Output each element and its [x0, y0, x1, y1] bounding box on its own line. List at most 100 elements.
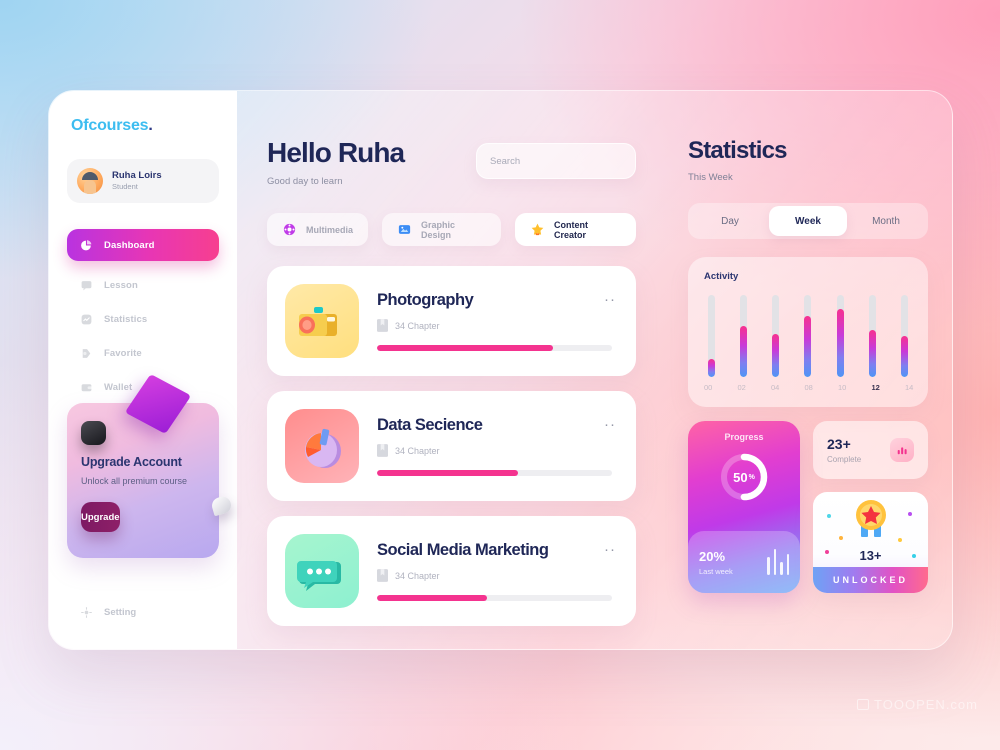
course-menu-button[interactable]: ·· — [604, 292, 616, 307]
activity-axis-label: 12 — [871, 383, 880, 392]
progress-donut: 50% — [718, 451, 770, 503]
activity-axis-label: 04 — [771, 383, 780, 392]
activity-title: Activity — [704, 271, 739, 282]
course-chapters: 34 Chapter — [395, 445, 440, 456]
watermark: TOOOPEN.com — [857, 697, 978, 712]
sidebar: Ofcourses. Ruha Loirs Student Dashboard … — [49, 91, 237, 649]
dashboard-window: Ofcourses. Ruha Loirs Student Dashboard … — [48, 90, 953, 650]
course-progress-fill — [377, 345, 554, 351]
last-week-label: Last week — [699, 566, 733, 576]
mini-bar-chart — [767, 549, 789, 575]
sidebar-item-dashboard[interactable]: Dashboard — [67, 229, 219, 261]
book-icon — [377, 569, 388, 582]
course-title: Social Media Marketing — [377, 541, 549, 559]
activity-axis-label: 10 — [838, 383, 847, 392]
sidebar-item-label: Statistics — [104, 314, 148, 325]
decor-cube-shape — [81, 421, 106, 445]
course-menu-button[interactable]: ·· — [604, 542, 616, 557]
range-tabs: Day Week Month — [688, 203, 928, 239]
sidebar-item-lesson[interactable]: Lesson — [67, 270, 219, 301]
pie-chart-icon — [81, 239, 92, 250]
progress-percent: 50% — [718, 451, 770, 503]
camera-glyph — [299, 307, 337, 336]
upgrade-button[interactable]: Upgrade — [81, 502, 120, 533]
page-title: Hello Ruha — [267, 137, 405, 168]
course-title: Photography — [377, 291, 474, 309]
search-box[interactable] — [476, 143, 636, 179]
achievement-card[interactable]: 13+ Achievement UNLOCKED — [813, 492, 928, 593]
activity-bar — [804, 295, 812, 377]
progress-title: Progress — [724, 432, 764, 442]
upgrade-account-card: Upgrade Account Unlock all premium cours… — [67, 374, 233, 558]
setting-label: Setting — [104, 607, 137, 618]
sidebar-item-label: Wallet — [104, 382, 133, 393]
chip-content-creator[interactable]: Content Creator — [515, 213, 636, 246]
sidebar-item-favorite[interactable]: Favorite — [67, 338, 219, 369]
pie-icon — [285, 409, 359, 483]
user-profile-card[interactable]: Ruha Loirs Student — [67, 159, 219, 203]
avatar — [77, 168, 103, 194]
course-meta: 34 Chapter — [377, 444, 612, 457]
chip-multimedia[interactable]: Multimedia — [267, 213, 369, 246]
course-info: Social Media Marketing 34 Chapter — [377, 541, 618, 601]
course-card-social-media-marketing[interactable]: Social Media Marketing 34 Chapter ·· — [267, 516, 636, 626]
upgrade-title: Upgrade Account — [81, 455, 182, 469]
activity-bars — [704, 295, 912, 377]
brand-logo[interactable]: Ofcourses. — [67, 117, 219, 135]
chip-graphic-design[interactable]: Graphic Design — [382, 213, 502, 246]
sidebar-item-label: Dashboard — [104, 239, 155, 251]
stat-cards-row: Progress 50% 20% Last week 23+ Complete … — [688, 421, 928, 593]
book-icon — [377, 444, 388, 457]
activity-axis-labels: 00 02 04 08 10 12 14 — [704, 377, 913, 392]
watermark-text: TOOOPEN.com — [874, 697, 978, 712]
progress-card: Progress 50% 20% Last week — [688, 421, 800, 593]
main-content: Hello Ruha Good day to learn Multimedia … — [237, 91, 666, 649]
sidebar-item-statistics[interactable]: Statistics — [67, 304, 219, 335]
activity-axis-label: 00 — [704, 383, 713, 392]
activity-chart-card: Activity 00 02 04 08 10 12 14 — [688, 257, 928, 407]
course-progress-fill — [377, 595, 488, 601]
graphic-design-icon — [398, 225, 411, 234]
main-header: Hello Ruha Good day to learn — [267, 137, 636, 187]
complete-card[interactable]: 23+ Complete — [813, 421, 928, 479]
brand-dot: . — [148, 117, 153, 134]
course-card-data-science[interactable]: Data Secience 34 Chapter ·· — [267, 391, 636, 501]
activity-bar — [740, 295, 748, 377]
activity-axis-label: 08 — [804, 383, 813, 392]
multimedia-icon — [283, 223, 296, 236]
wallet-icon — [81, 384, 92, 392]
upgrade-subtitle: Unlock all premium course — [81, 476, 188, 486]
activity-bar — [900, 295, 908, 377]
course-progress-bar — [377, 470, 612, 476]
camera-icon — [285, 284, 359, 358]
chip-label: Multimedia — [306, 224, 354, 235]
course-progress-bar — [377, 345, 612, 351]
course-title: Data Secience — [377, 416, 483, 434]
activity-bar — [708, 295, 715, 377]
activity-bar — [772, 295, 780, 377]
statistics-subtitle: This Week — [688, 172, 733, 183]
complete-label: Complete — [827, 455, 862, 464]
course-list: Photography 34 Chapter ·· Data Secience … — [267, 266, 636, 626]
chart-square-icon — [81, 314, 92, 325]
activity-axis-label: 02 — [737, 383, 746, 392]
sidebar-item-setting[interactable]: Setting — [67, 606, 149, 619]
tab-day[interactable]: Day — [691, 206, 769, 236]
unlocked-banner: UNLOCKED — [813, 567, 928, 593]
course-chapters: 34 Chapter — [395, 570, 440, 581]
tab-month[interactable]: Month — [847, 206, 925, 236]
search-input[interactable] — [490, 155, 622, 167]
course-menu-button[interactable]: ·· — [604, 417, 616, 432]
sidebar-item-label: Lesson — [104, 280, 138, 291]
profile-name: Ruha Loirs — [112, 169, 162, 181]
sidebar-nav: Dashboard Lesson Statistics Favorite Wal… — [67, 229, 219, 403]
activity-bar — [868, 295, 876, 377]
greeting-block: Hello Ruha Good day to learn — [267, 137, 405, 187]
course-card-photography[interactable]: Photography 34 Chapter ·· — [267, 266, 636, 376]
page-subtitle: Good day to learn — [267, 176, 343, 187]
activity-bar — [836, 295, 844, 377]
medal-star-icon — [855, 500, 886, 537]
chat-icon — [285, 534, 359, 608]
course-progress-fill — [377, 470, 518, 476]
tab-week[interactable]: Week — [769, 206, 847, 236]
